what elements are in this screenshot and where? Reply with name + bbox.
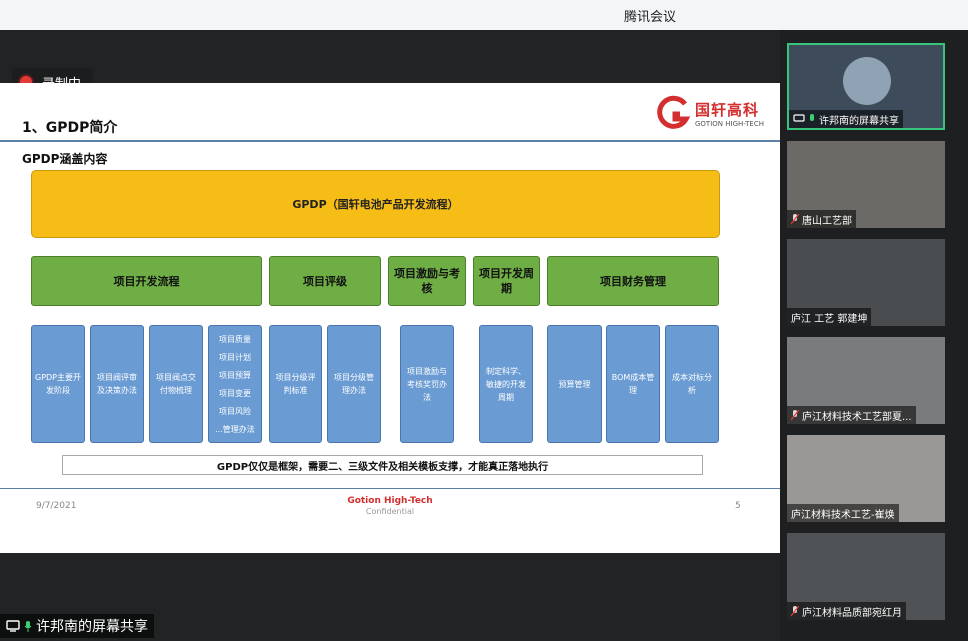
slide-date: 9/7/2021 [36, 501, 77, 511]
window-titlebar: 腾讯会议 [0, 0, 968, 30]
list-item: 项目计划 [219, 352, 251, 362]
heading-divider [0, 140, 780, 142]
item-box: 项目分级管理办法 [327, 325, 381, 443]
category-box: 项目激励与考核 [388, 256, 466, 306]
category-box: 项目开发流程 [31, 256, 262, 306]
category-box: 项目开发周期 [473, 256, 540, 306]
logo-text-cn: 国轩高科 [695, 100, 760, 119]
category-box: 项目评级 [269, 256, 381, 306]
gpdp-top-box: GPDP（国轩电池产品开发流程） [31, 170, 720, 238]
item-box: 项目分级评判标准 [269, 325, 322, 443]
item-box: 项目阀点交付物梳理 [149, 325, 203, 443]
participant-tile[interactable]: 庐江材料技术工艺-崔焕 [787, 435, 945, 522]
presentation-slide: 国轩高科 GOTION HIGH-TECH 1、GPDP简介 GPDP涵盖内容 … [0, 83, 780, 553]
participant-name: 许邦南的屏幕共享 [819, 115, 899, 127]
item-box: 成本对标分析 [665, 325, 719, 443]
participant-name-bar: 庐江 工艺 郭建坤 [787, 308, 872, 326]
item-box: 项目阀评审及决策办法 [90, 325, 144, 443]
participant-name-bar: 唐山工艺部 [787, 210, 856, 228]
participant-tile[interactable]: 庐江材料技术工艺部夏... [787, 337, 945, 424]
item-list-box: 项目质量 项目计划 项目预算 项目变更 项目风险 ...管理办法 [208, 325, 262, 443]
participant-name: 庐江材料技术工艺-崔焕 [791, 509, 895, 521]
item-box: 预算管理 [547, 325, 602, 443]
participant-name-bar: 许邦南的屏幕共享 [789, 110, 903, 128]
list-item: 项目风险 [219, 406, 251, 416]
participant-name: 庐江材料品质部宛红月 [802, 607, 902, 619]
microphone-muted-icon [791, 409, 799, 420]
microphone-icon [24, 620, 32, 632]
list-item: ...管理办法 [215, 424, 255, 434]
screen-share-icon [793, 114, 805, 122]
participant-name: 唐山工艺部 [802, 215, 852, 227]
participant-tile[interactable]: 唐山工艺部 [787, 141, 945, 228]
participant-name-bar: 庐江材料技术工艺-崔焕 [787, 504, 899, 522]
list-item: 项目质量 [219, 334, 251, 344]
screen-share-bar[interactable]: 许邦南的屏幕共享 [0, 614, 154, 638]
slide-page-number: 5 [735, 501, 741, 511]
participant-name: 庐江材料技术工艺部夏... [802, 411, 912, 423]
participant-name-bar: 庐江材料品质部宛红月 [787, 602, 906, 620]
participant-tile[interactable]: 庐江材料品质部宛红月 [787, 533, 945, 620]
slide-confidential: Confidential [365, 507, 415, 516]
item-box: 项目激励与考核奖罚办法 [400, 325, 454, 443]
participant-tile[interactable]: 庐江 工艺 郭建坤 [787, 239, 945, 326]
participant-name: 庐江 工艺 郭建坤 [791, 313, 868, 325]
logo-text-en: GOTION HIGH-TECH [695, 119, 764, 128]
slide-heading: 1、GPDP简介 [22, 120, 118, 136]
list-item: 项目变更 [219, 388, 251, 398]
avatar [843, 57, 891, 105]
list-item: 项目预算 [219, 370, 251, 380]
slide-company: Gotion High-Tech [347, 496, 433, 506]
microphone-icon [810, 113, 814, 121]
screen-share-icon [6, 620, 20, 632]
share-bar-label: 许邦南的屏幕共享 [36, 619, 148, 635]
participant-tile[interactable]: 许邦南的屏幕共享 [787, 43, 945, 130]
slide-footer-note: GPDP仅仅是框架，需要二、三级文件及相关模板支撑，才能真正落地执行 [62, 455, 703, 475]
item-box: 制定科学、敏捷的开发周期 [479, 325, 533, 443]
category-box: 项目财务管理 [547, 256, 719, 306]
window-title: 腾讯会议 [623, 10, 676, 25]
footer-divider [0, 488, 780, 489]
microphone-muted-icon [791, 605, 799, 616]
participant-name-bar: 庐江材料技术工艺部夏... [787, 406, 916, 424]
gotion-logo-icon [657, 95, 691, 129]
participant-sidebar: 许邦南的屏幕共享 唐山工艺部 庐江 工艺 郭建坤 庐江材料技术工艺部夏... 庐… [780, 30, 968, 641]
item-box: BOM成本管理 [606, 325, 660, 443]
company-logo: 国轩高科 GOTION HIGH-TECH [655, 95, 764, 131]
item-box: GPDP主要开发阶段 [31, 325, 85, 443]
slide-subheading: GPDP涵盖内容 [22, 152, 108, 166]
microphone-muted-icon [791, 213, 799, 224]
